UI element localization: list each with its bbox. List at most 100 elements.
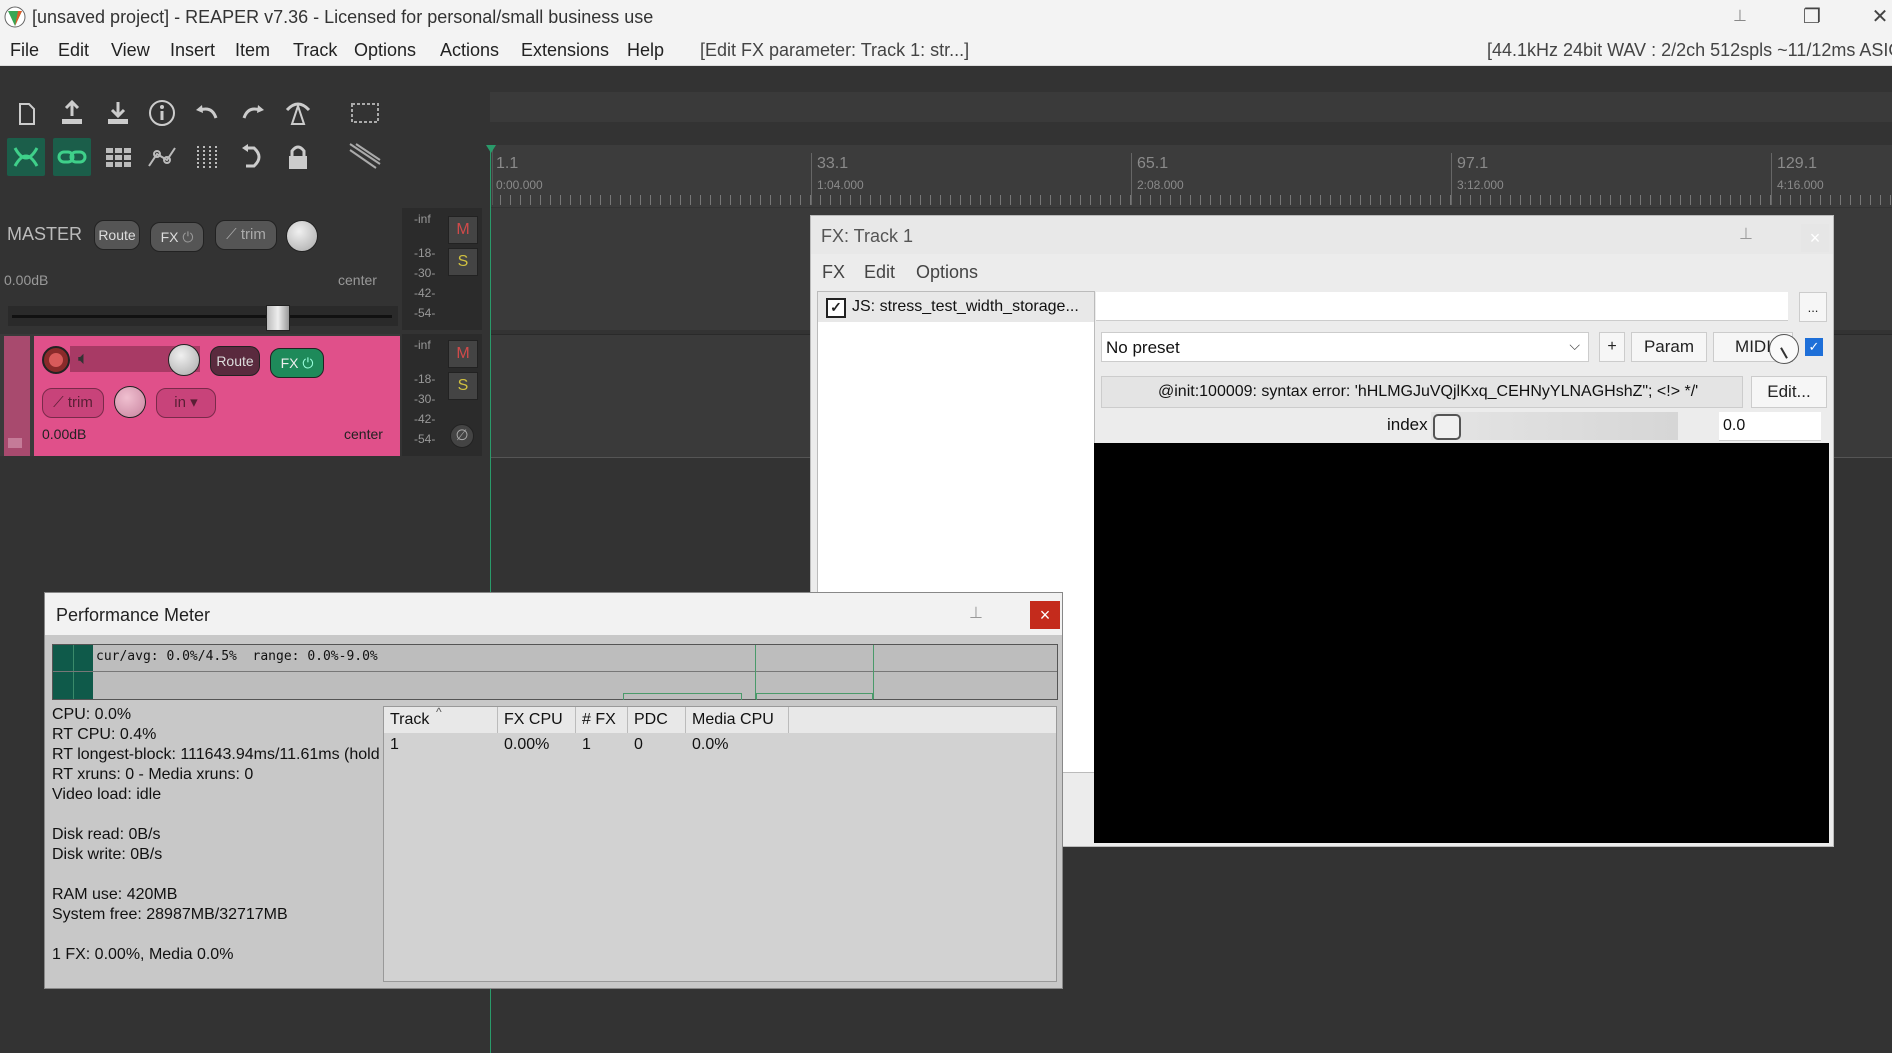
fx-chain-item[interactable]: ✓ JS: stress_test_width_storage...: [818, 292, 1094, 322]
track-trim-button[interactable]: ⟋ trim: [42, 388, 104, 418]
perf-title: Performance Meter: [56, 605, 211, 625]
master-mute-button[interactable]: M: [448, 216, 478, 244]
track-folder-icon[interactable]: [8, 438, 22, 448]
ripple-edit-icon[interactable]: [7, 138, 45, 176]
fx-preset-dropdown[interactable]: No preset ⌵: [1101, 332, 1589, 362]
master-pan-value: center: [338, 272, 377, 288]
track-mute-button[interactable]: M: [448, 340, 478, 368]
fx-edit-button[interactable]: Edit...: [1751, 376, 1827, 408]
close-window-button[interactable]: ✕: [1860, 4, 1892, 30]
redo-icon[interactable]: [234, 94, 272, 132]
column-divider: [575, 707, 576, 733]
perf-graph-gridline: [53, 671, 1057, 672]
column-header-fx-count[interactable]: # FX: [582, 711, 616, 729]
master-fx-button[interactable]: FX ⏻: [150, 222, 204, 252]
track-input-button[interactable]: in ▾: [156, 388, 216, 418]
selection-tool-icon[interactable]: [346, 94, 384, 132]
track-solo-button[interactable]: S: [448, 372, 478, 400]
fx-enable-checkbox[interactable]: ✓: [826, 298, 846, 318]
fx-menu-options[interactable]: Options: [916, 262, 978, 283]
snap-grid-icon[interactable]: [99, 138, 137, 176]
grid-lines-icon[interactable]: [188, 138, 226, 176]
perf-graph: cur/avg: 0.0%/4.5% range: 0.0%-9.0%: [52, 644, 1058, 700]
main-toolbar: [0, 66, 490, 206]
menu-file[interactable]: File: [10, 40, 39, 61]
fx-wet-knob[interactable]: [1769, 334, 1799, 364]
fx-preset-name-field[interactable]: [1096, 292, 1788, 321]
master-trim-button[interactable]: ⟋ trim: [215, 220, 277, 250]
fx-menu-edit[interactable]: Edit: [864, 262, 895, 283]
menu-extensions[interactable]: Extensions: [521, 40, 609, 61]
timeline-ruler[interactable]: 1.1 0:00.000 33.1 1:04.000 65.1 2:08.000…: [490, 145, 1892, 207]
perf-stat-line: Disk write: 0B/s: [52, 846, 163, 863]
metronome-icon[interactable]: [279, 94, 317, 132]
fx-gfx-area[interactable]: [1094, 443, 1829, 843]
menu-view[interactable]: View: [111, 40, 150, 61]
menu-insert[interactable]: Insert: [170, 40, 215, 61]
mute-label: M: [456, 345, 470, 362]
close-glyph: ×: [1809, 228, 1821, 248]
perf-titlebar: Performance Meter ⊥ ×: [45, 593, 1062, 635]
column-header-fx-cpu[interactable]: FX CPU: [504, 711, 563, 729]
undo-icon[interactable]: [188, 94, 226, 132]
perf-graph-spike: [873, 645, 874, 699]
track-pan-knob[interactable]: [114, 386, 146, 418]
phase-invert-button[interactable]: ∅: [450, 424, 474, 448]
master-route-button[interactable]: Route: [94, 220, 140, 250]
lock-icon[interactable]: [279, 138, 317, 176]
item-grouping-icon[interactable]: [53, 138, 91, 176]
undo-history-hint: [Edit FX parameter: Track 1: str...]: [700, 40, 970, 60]
track-volume-knob[interactable]: [168, 344, 200, 376]
edit-cursor-handle[interactable]: [486, 145, 496, 153]
menu-options[interactable]: Options: [354, 40, 416, 61]
save-project-icon[interactable]: [99, 94, 137, 132]
ruler-minor-ticks: [490, 195, 1892, 205]
fx-param-button[interactable]: Param: [1631, 332, 1707, 362]
master-solo-button[interactable]: S: [448, 248, 478, 276]
pin-window-icon[interactable]: ⊥: [969, 603, 983, 623]
column-header-media-cpu[interactable]: Media CPU: [692, 711, 774, 729]
master-volume-value: 0.00dB: [4, 272, 49, 288]
open-project-icon[interactable]: [53, 94, 91, 132]
column-header-track[interactable]: Track: [390, 711, 429, 729]
track-fx-button[interactable]: FX ⏻: [270, 348, 324, 378]
fx-window-title: FX: Track 1: [821, 226, 914, 246]
menu-item[interactable]: Item: [235, 40, 270, 61]
envelope-points-icon[interactable]: [143, 138, 181, 176]
fx-window-close-button[interactable]: ×: [1801, 224, 1829, 252]
fx-more-button[interactable]: ...: [1799, 292, 1827, 322]
fx-error-field: @init:100009: syntax error: 'hHLMGJuVQjl…: [1101, 376, 1743, 408]
fx-slider-value-box[interactable]: 0.0: [1719, 412, 1821, 441]
loop-icon[interactable]: [234, 138, 272, 176]
fx-add-preset-button[interactable]: +: [1599, 332, 1625, 362]
pin-window-icon[interactable]: ⊥: [1739, 224, 1753, 244]
master-volume-fader[interactable]: [8, 305, 398, 331]
menu-actions[interactable]: Actions: [440, 40, 499, 61]
crossfade-icon[interactable]: [346, 138, 384, 176]
meter-label: -18-: [414, 372, 436, 386]
perf-stat-line: RT longest-block: 111643.94ms/11.61ms (h…: [52, 746, 380, 763]
envelope-icon: ⟋: [53, 394, 64, 411]
track-route-button[interactable]: Route: [210, 346, 260, 376]
track-1-body: 🔈︎ Route FX ⏻ ⟋ trim in ▾ 0.00dB center: [34, 336, 400, 456]
menu-edit[interactable]: Edit: [58, 40, 89, 61]
restore-window-button[interactable]: ❐: [1792, 4, 1832, 30]
pin-window-icon[interactable]: ⊥: [1720, 4, 1760, 30]
table-row[interactable]: 1 0.00% 1 0 0.0%: [384, 733, 1056, 757]
master-pan-knob[interactable]: [286, 220, 318, 252]
project-settings-icon[interactable]: [143, 94, 181, 132]
new-project-icon[interactable]: [7, 94, 45, 132]
menu-help[interactable]: Help: [627, 40, 664, 61]
fx-bypass-checkbox[interactable]: ✓: [1805, 338, 1823, 356]
column-header-pdc[interactable]: PDC: [634, 711, 668, 729]
fx-menu-fx[interactable]: FX: [822, 262, 845, 283]
master-fader-handle[interactable]: [266, 305, 290, 331]
perf-stat-line: CPU: 0.0%: [52, 706, 132, 723]
fx-slider-handle[interactable]: [1433, 414, 1461, 440]
perf-close-button[interactable]: ×: [1030, 601, 1060, 629]
audio-device-status[interactable]: [44.1kHz 24bit WAV : 2/2ch 512spls ~11/1…: [1487, 40, 1892, 61]
menu-track[interactable]: Track: [293, 40, 337, 61]
perf-track-table[interactable]: Track ^ FX CPU # FX PDC Media CPU 1 0.00…: [383, 705, 1057, 982]
record-arm-button[interactable]: [42, 346, 70, 374]
fx-index-slider[interactable]: [1431, 412, 1678, 440]
